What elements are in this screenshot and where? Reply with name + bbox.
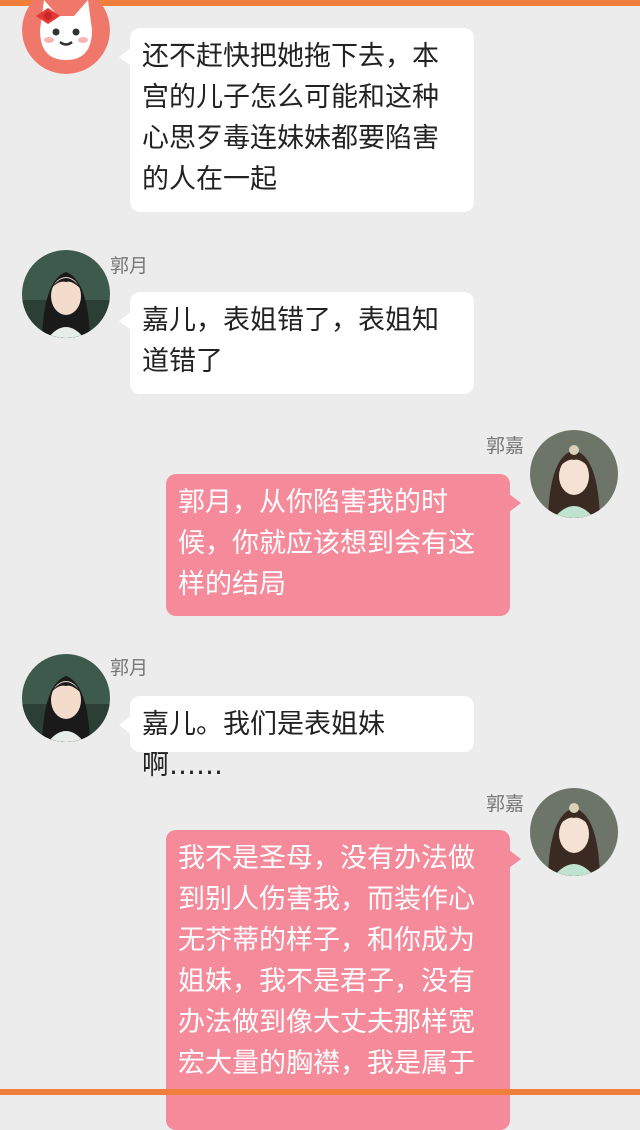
sender-name: 郭月 bbox=[110, 657, 149, 679]
sender-name: 郭嘉 bbox=[486, 793, 525, 815]
message-text: 还不赶快把她拖下去，本宫的儿子怎么可能和这种心思歹毒连妹妹都要陷害的人在一起 bbox=[142, 41, 439, 195]
message-text: 嘉儿。我们是表姐妹啊…… bbox=[142, 709, 385, 781]
message-text: 嘉儿，表姐错了，表姐知道错了 bbox=[142, 305, 439, 377]
message-bubble-1[interactable]: 还不赶快把她拖下去，本宫的儿子怎么可能和这种心思歹毒连妹妹都要陷害的人在一起 bbox=[119, 28, 474, 212]
guo-jia-avatar[interactable] bbox=[530, 430, 618, 518]
message-bubble-4[interactable]: 嘉儿。我们是表姐妹啊…… bbox=[119, 696, 474, 781]
guo-jia-avatar[interactable] bbox=[530, 788, 618, 876]
message-text: 我不是圣母，没有办法做到别人伤害我，而装作心无芥蒂的样子，和你成为姐妹，我不是君… bbox=[178, 843, 475, 1079]
message-bubble-5[interactable]: 我不是圣母，没有办法做到别人伤害我，而装作心无芥蒂的样子，和你成为姐妹，我不是君… bbox=[166, 830, 521, 1130]
sender-name: 郭嘉 bbox=[486, 435, 525, 457]
message-text: 郭月，从你陷害我的时候，你就应该想到会有这样的结局 bbox=[178, 487, 475, 600]
guo-yue-avatar[interactable] bbox=[22, 250, 110, 338]
guo-yue-avatar[interactable] bbox=[22, 654, 110, 742]
cartoon-cat-avatar-icon[interactable] bbox=[22, 0, 110, 74]
message-bubble-2[interactable]: 嘉儿，表姐错了，表姐知道错了 bbox=[119, 292, 474, 394]
message-bubble-3[interactable]: 郭月，从你陷害我的时候，你就应该想到会有这样的结局 bbox=[166, 474, 521, 616]
sender-name: 郭月 bbox=[110, 255, 149, 277]
bottom-accent-bar bbox=[0, 1089, 640, 1095]
